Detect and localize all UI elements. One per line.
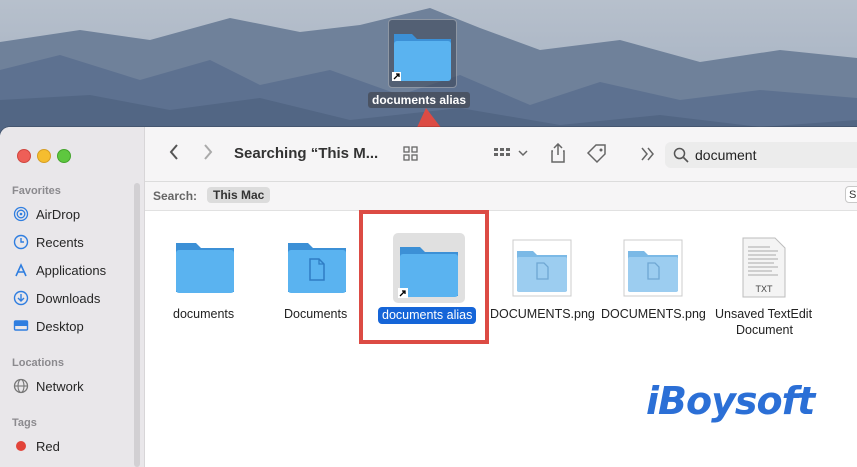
group-by-button[interactable] — [493, 146, 529, 167]
window-title: Searching “This M... — [234, 145, 379, 162]
file-item[interactable]: documents — [160, 235, 250, 335]
sidebar-item-label: Recents — [36, 234, 84, 250]
sidebar-item-recents[interactable]: Recents — [12, 232, 84, 252]
tag-icon — [586, 144, 606, 164]
sidebar-item-downloads[interactable]: Downloads — [12, 288, 100, 308]
sidebar-heading-locations: Locations — [12, 357, 64, 369]
sidebar-item-label: Downloads — [36, 290, 101, 306]
zoom-button[interactable] — [57, 149, 71, 163]
close-button[interactable] — [17, 149, 31, 163]
sidebar-item-desktop[interactable]: Desktop — [12, 316, 84, 336]
chevron-right-icon — [204, 144, 213, 160]
back-button[interactable] — [168, 143, 180, 166]
icon-view-icon — [403, 146, 418, 161]
sidebar-heading-tags: Tags — [12, 417, 37, 429]
documents-folder-icon — [288, 243, 346, 293]
file-item[interactable]: TXT Unsaved TextEdit Document — [710, 235, 820, 345]
minimize-button[interactable] — [37, 149, 51, 163]
search-scope-label: Search: — [153, 189, 198, 203]
desktop-icon — [12, 317, 30, 335]
sidebar-scrollbar[interactable] — [134, 183, 140, 467]
search-input[interactable]: document — [665, 142, 857, 168]
sidebar-item-label: AirDrop — [36, 206, 81, 222]
file-name: documents — [173, 307, 235, 321]
file-item[interactable]: DOCUMENTS.png — [601, 235, 716, 335]
sidebar-item-airdrop[interactable]: AirDrop — [12, 204, 80, 224]
file-name: DOCUMENTS.png — [490, 307, 595, 321]
sidebar-item-label: Network — [36, 378, 84, 394]
file-name: DOCUMENTS.png — [601, 307, 706, 321]
txt-file-icon: TXT — [742, 237, 786, 298]
txt-badge: TXT — [756, 284, 774, 294]
toolbar: Searching “This M... document — [145, 127, 857, 182]
scope-this-mac-button[interactable]: This Mac — [207, 187, 271, 203]
tag-red-dot — [12, 437, 30, 455]
forward-button[interactable] — [202, 143, 214, 166]
download-icon — [12, 289, 30, 307]
annotation-highlight-box — [359, 210, 489, 344]
tag-button[interactable] — [586, 144, 608, 169]
search-input-value: document — [695, 147, 757, 163]
search-icon — [673, 147, 689, 163]
png-thumbnail-icon — [512, 239, 572, 297]
clock-icon — [12, 233, 30, 251]
folder-icon — [176, 243, 234, 293]
applications-icon — [12, 261, 30, 279]
file-item[interactable]: DOCUMENTS.png — [490, 235, 605, 335]
save-search-button[interactable]: S — [845, 186, 857, 203]
sidebar-item-label: Applications — [36, 262, 107, 278]
sidebar-item-network[interactable]: Network — [12, 376, 84, 396]
view-icons-button[interactable] — [403, 146, 419, 167]
chevron-left-icon — [169, 144, 178, 160]
iboysoft-watermark: iBoysoft — [646, 379, 815, 423]
search-scope-bar: Search: This Mac S — [145, 182, 857, 211]
sidebar: Favorites AirDrop Recents Applications D… — [0, 127, 145, 467]
grid-dropdown-icon — [494, 148, 528, 157]
double-chevron-icon — [641, 147, 654, 161]
airdrop-icon — [12, 205, 30, 223]
file-name-line2: Document — [736, 323, 793, 337]
sidebar-item-label: Desktop — [36, 318, 84, 334]
more-toolbar-button[interactable] — [640, 146, 656, 167]
file-name-line1: Unsaved TextEdit — [715, 307, 813, 321]
sidebar-item-tag-red[interactable]: Red — [12, 436, 60, 456]
png-thumbnail-icon — [623, 239, 683, 297]
share-icon — [551, 142, 565, 163]
sidebar-heading-favorites: Favorites — [12, 185, 61, 197]
file-item[interactable]: Documents — [272, 235, 362, 335]
share-button[interactable] — [550, 142, 566, 168]
file-name: Documents — [284, 307, 348, 321]
sidebar-item-label: Red — [36, 438, 60, 454]
network-icon — [12, 377, 30, 395]
sidebar-item-applications[interactable]: Applications — [12, 260, 106, 280]
